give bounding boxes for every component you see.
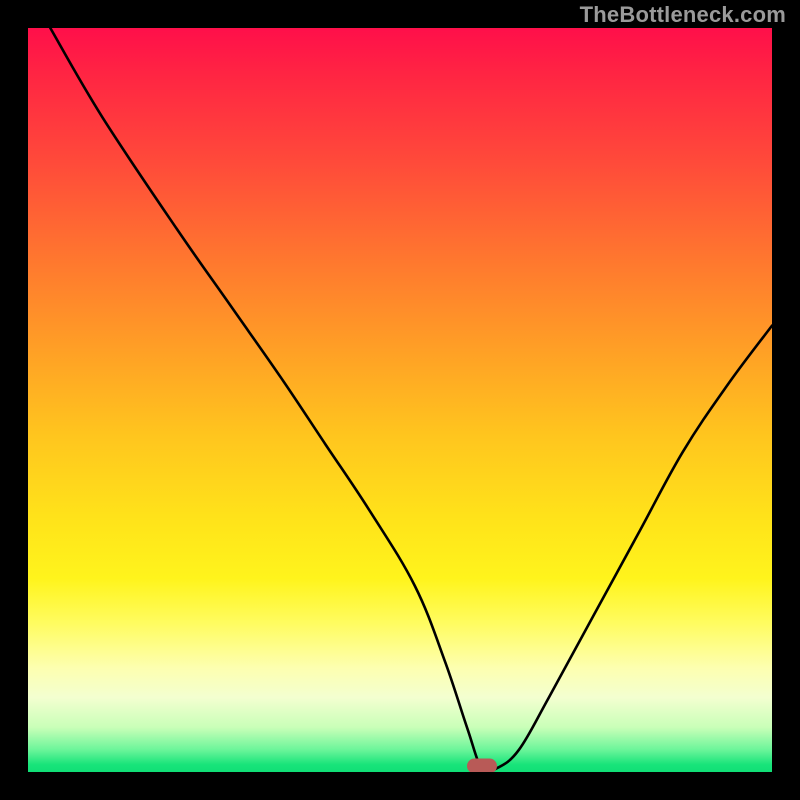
bottleneck-curve [28,28,772,772]
optimal-point-marker [467,759,497,772]
chart-frame: TheBottleneck.com [0,0,800,800]
watermark-text: TheBottleneck.com [580,2,786,28]
plot-area [28,28,772,772]
